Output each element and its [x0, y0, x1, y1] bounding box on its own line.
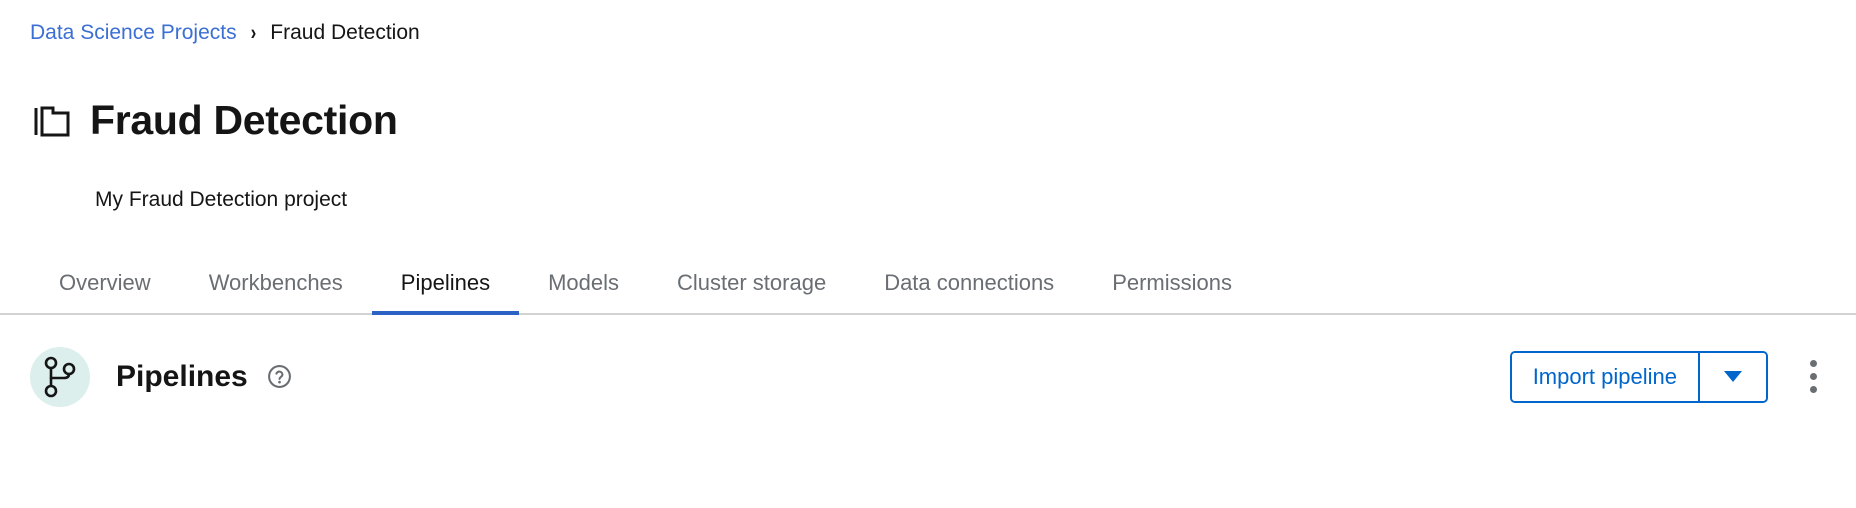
pipelines-section-header: Pipelines Import pipeline [0, 315, 1856, 407]
kebab-dot [1809, 373, 1817, 381]
tab-models[interactable]: Models [519, 254, 648, 313]
kebab-dot [1809, 386, 1817, 394]
project-tabs: Overview Workbenches Pipelines Models Cl… [0, 254, 1856, 315]
page-title: Fraud Detection [90, 97, 398, 144]
breadcrumb: Data Science Projects › Fraud Detection [0, 0, 1856, 43]
tab-permissions[interactable]: Permissions [1083, 254, 1261, 313]
section-title-group: Pipelines [30, 346, 292, 407]
pipeline-branch-icon [30, 346, 90, 407]
chevron-down-icon [1724, 371, 1742, 383]
import-pipeline-button[interactable]: Import pipeline [1511, 352, 1700, 401]
breadcrumb-link-data-science-projects[interactable]: Data Science Projects [30, 22, 237, 43]
help-circle-icon[interactable] [267, 364, 292, 389]
kebab-menu-icon[interactable] [1796, 353, 1830, 401]
section-title: Pipelines [116, 359, 248, 393]
tab-pipelines[interactable]: Pipelines [371, 254, 520, 315]
tab-workbenches[interactable]: Workbenches [180, 254, 372, 313]
import-pipeline-split-button: Import pipeline [1509, 350, 1768, 403]
kebab-dot [1809, 360, 1817, 368]
breadcrumb-current-item: Fraud Detection [270, 21, 420, 44]
tab-overview[interactable]: Overview [30, 254, 180, 313]
project-details-page: Data Science Projects › Fraud Detection … [0, 0, 1856, 508]
page-description: My Fraud Detection project [95, 187, 348, 211]
breadcrumb-separator-icon: › [250, 20, 257, 45]
section-actions: Import pipeline [1509, 350, 1830, 403]
import-pipeline-dropdown-toggle[interactable] [1700, 352, 1766, 401]
folder-icon [34, 106, 70, 137]
page-title-row: Fraud Detection [0, 43, 1856, 169]
tab-data-connections[interactable]: Data connections [855, 254, 1083, 313]
tab-cluster-storage[interactable]: Cluster storage [648, 254, 855, 313]
